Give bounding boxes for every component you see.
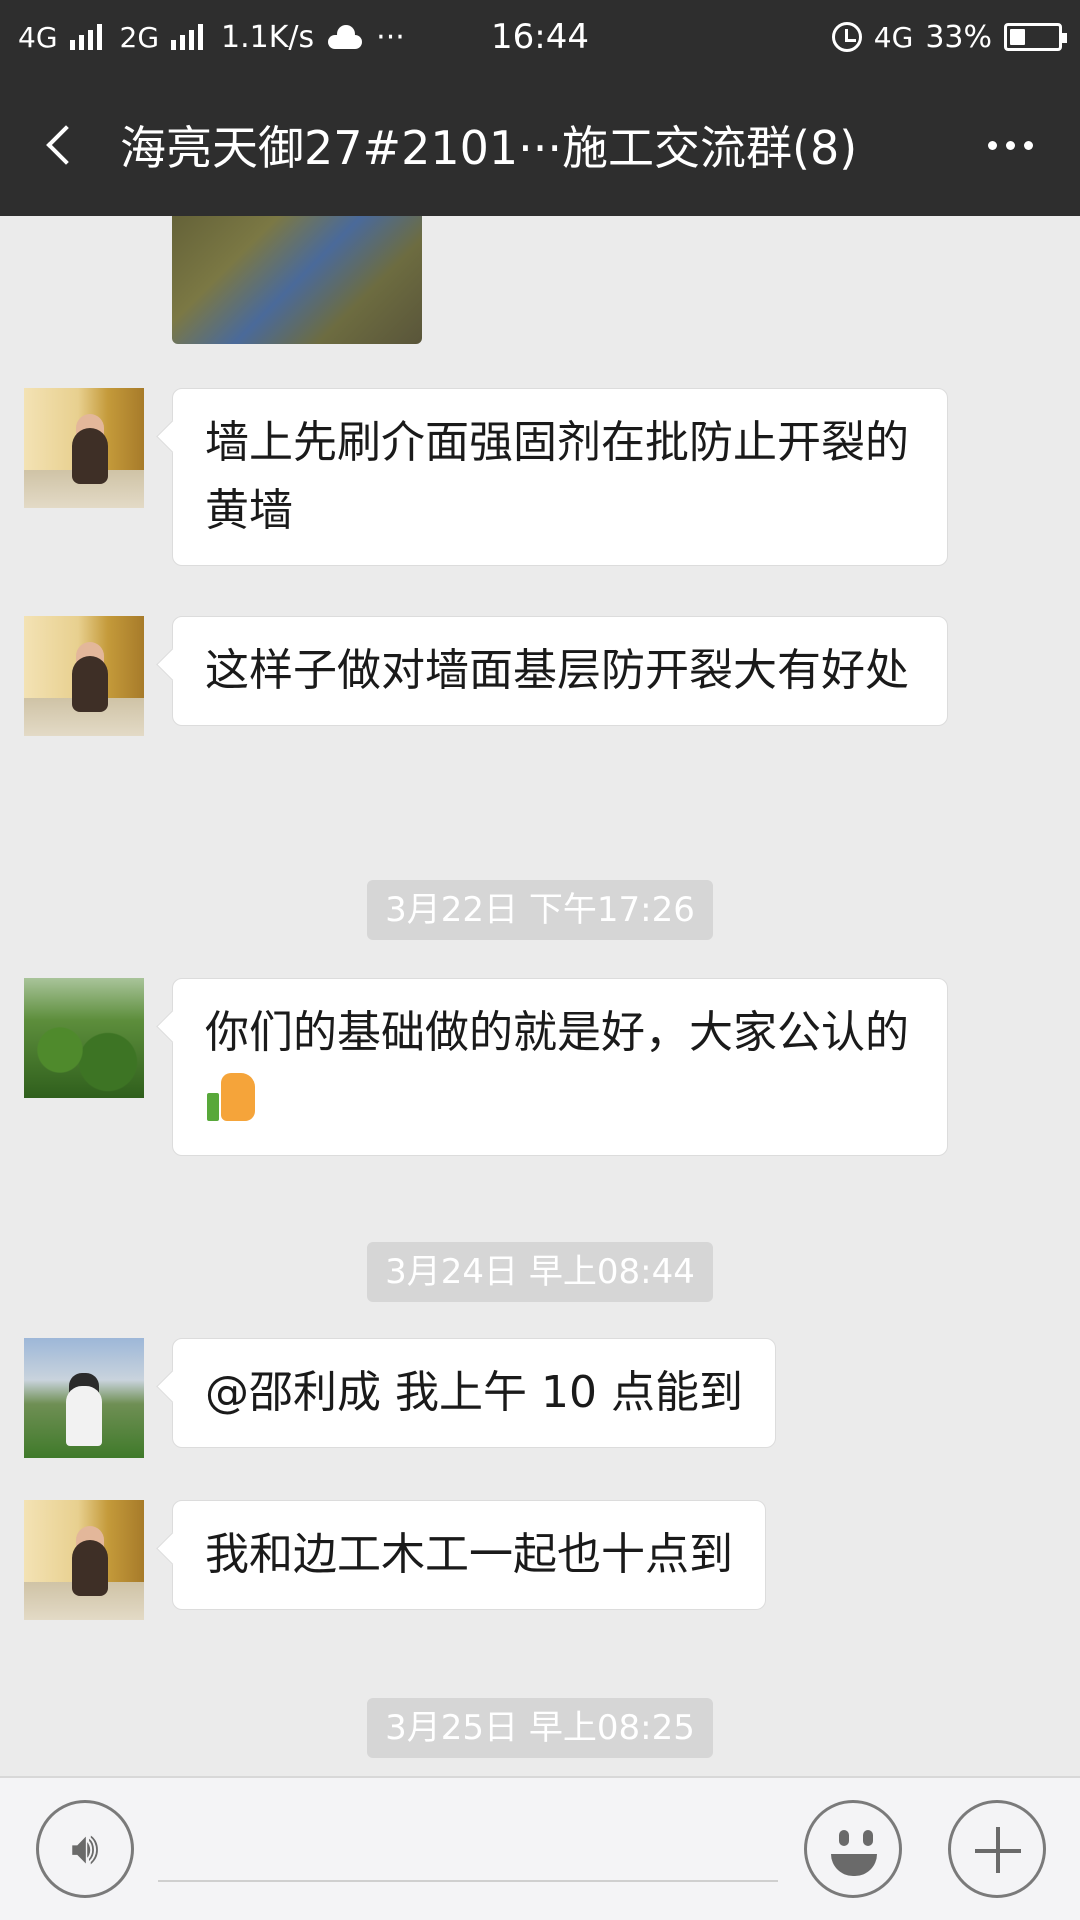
image-message[interactable]: [172, 216, 422, 344]
avatar[interactable]: [24, 616, 144, 736]
timestamp-label: 3月24日 早上08:44: [367, 1242, 713, 1302]
signal-icon: [69, 24, 102, 50]
back-arrow-icon[interactable]: [0, 74, 120, 216]
message-text: @邵利成 我上午 10 点能到: [205, 1367, 743, 1418]
message-bubble[interactable]: 这样子做对墙面基层防开裂大有好处: [172, 616, 948, 726]
timestamp: 3月24日 早上08:44: [0, 1242, 1080, 1302]
cloud-icon: [326, 25, 364, 49]
message-text: 墙上先刷介面强固剂在批防止开裂的黄墙: [205, 417, 909, 536]
timestamp-label: 3月25日 早上08:25: [367, 1698, 713, 1758]
more-icon[interactable]: [940, 74, 1080, 216]
network-type-2: 2G: [119, 20, 160, 54]
network-type-right: 4G: [873, 20, 914, 54]
voice-icon[interactable]: 🔊︎: [36, 1800, 134, 1898]
battery-icon: [1004, 23, 1067, 51]
timestamp: 3月25日 早上08:25: [0, 1698, 1080, 1758]
network-speed: 1.1K/s: [221, 19, 315, 55]
message-bubble[interactable]: 你们的基础做的就是好，大家公认的: [172, 978, 948, 1156]
message-list[interactable]: 墙上先刷介面强固剂在批防止开裂的黄墙 这样子做对墙面基层防开裂大有好处 3月22…: [0, 216, 1080, 1776]
signal-icon: [171, 24, 204, 50]
message-text: 你们的基础做的就是好，大家公认的: [205, 1007, 909, 1058]
chat-title: 海亮天御27#2101···施工交流群(8): [120, 121, 858, 175]
message-input[interactable]: [158, 1878, 778, 1882]
plus-icon[interactable]: [948, 1800, 1046, 1898]
status-bar: 4G 2G 1.1K/s ··· 16:44 4G 33%: [0, 0, 1080, 74]
message-text: 我和边工木工一起也十点到: [205, 1529, 733, 1580]
message-text: 这样子做对墙面基层防开裂大有好处: [205, 645, 909, 696]
avatar[interactable]: [24, 1338, 144, 1458]
message-bubble[interactable]: @邵利成 我上午 10 点能到: [172, 1338, 776, 1448]
avatar[interactable]: [24, 978, 144, 1098]
battery-percent: 33%: [925, 19, 992, 55]
emoji-icon[interactable]: [804, 1800, 902, 1898]
message-bubble[interactable]: 我和边工木工一起也十点到: [172, 1500, 766, 1610]
timestamp: 3月22日 下午17:26: [0, 880, 1080, 940]
network-type-1: 4G: [18, 20, 58, 54]
alarm-icon: [831, 22, 862, 52]
avatar[interactable]: [24, 1500, 144, 1620]
chat-screen: 4G 2G 1.1K/s ··· 16:44 4G 33% 海亮天御27#210…: [0, 0, 1080, 1920]
message-bubble[interactable]: 墙上先刷介面强固剂在批防止开裂的黄墙: [172, 388, 948, 566]
avatar[interactable]: [24, 388, 144, 508]
thumbs-up-icon: [205, 1071, 257, 1123]
timestamp-label: 3月22日 下午17:26: [367, 880, 713, 940]
nav-bar: 海亮天御27#2101···施工交流群(8): [0, 74, 1080, 216]
status-overflow: ···: [376, 19, 405, 55]
input-bar: 🔊︎: [0, 1776, 1080, 1920]
